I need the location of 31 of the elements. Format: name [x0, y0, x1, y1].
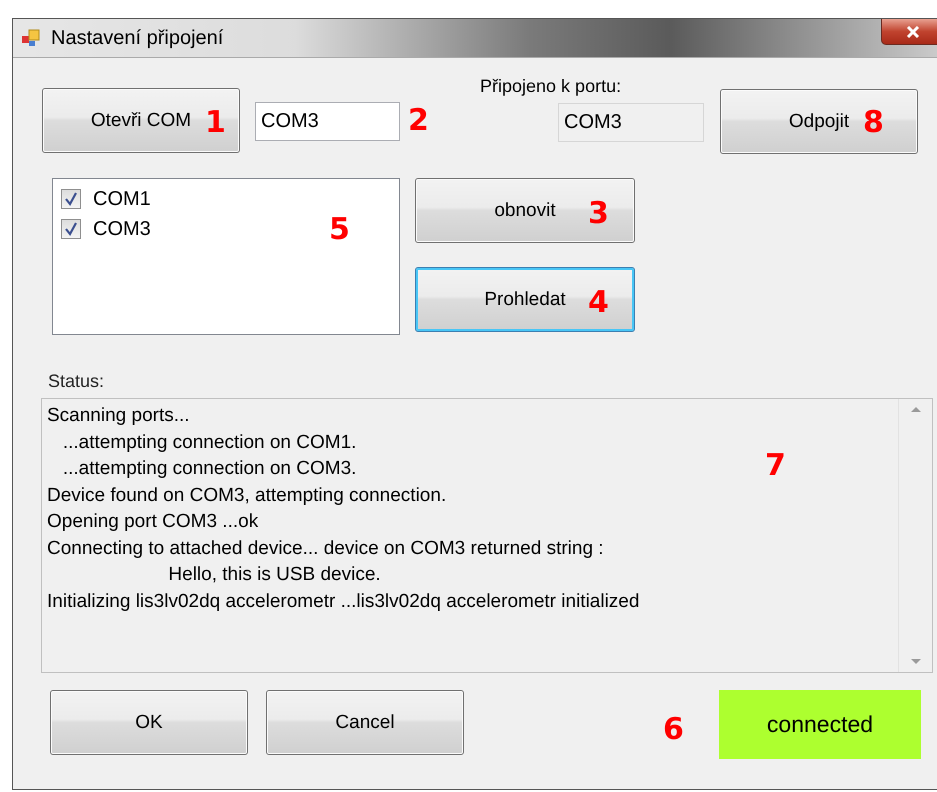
window-title: Nastavení připojení: [51, 26, 224, 50]
connected-port-field: COM3: [558, 103, 704, 142]
connected-port-label: Připojeno k portu:: [480, 76, 622, 98]
callout-number: 6: [663, 715, 684, 745]
callout-number: 1: [205, 108, 226, 138]
checkbox[interactable]: [61, 189, 81, 209]
log-line: ...attempting connection on COM1.: [62, 430, 356, 454]
log-line: Connecting to attached device... device on COM3 returned string :: [47, 536, 604, 560]
callout-number: 4: [588, 288, 609, 318]
log-line: ...attempting connection on COM3.: [62, 457, 356, 481]
callout-number: 5: [329, 215, 350, 245]
close-icon: [905, 26, 921, 38]
callout-number: 7: [765, 451, 786, 481]
connection-status: connected: [719, 690, 921, 759]
port-field[interactable]: COM3: [255, 102, 400, 141]
log-line: Opening port COM3 ...ok: [47, 510, 258, 534]
port-label: COM3: [93, 218, 151, 240]
app-icon: [21, 28, 41, 48]
log-line: Device found on COM3, attempting connection.: [47, 484, 446, 508]
ok-button[interactable]: OK: [50, 690, 248, 755]
log-line: Hello, this is USB device.: [167, 563, 381, 587]
callout-number: 2: [408, 106, 429, 136]
log-line: Scanning ports...: [47, 404, 190, 428]
log-line: Initializing lis3lv02dq accelerometr ...lis3lv02dq accelerometr initialized: [47, 590, 640, 614]
status-label: Status:: [48, 371, 106, 393]
close-button[interactable]: [881, 19, 937, 45]
callout-number: 3: [588, 199, 609, 229]
cancel-button[interactable]: Cancel: [266, 690, 464, 755]
checkbox[interactable]: [61, 219, 81, 239]
port-label: COM1: [93, 188, 151, 210]
callout-number: 8: [863, 108, 884, 138]
